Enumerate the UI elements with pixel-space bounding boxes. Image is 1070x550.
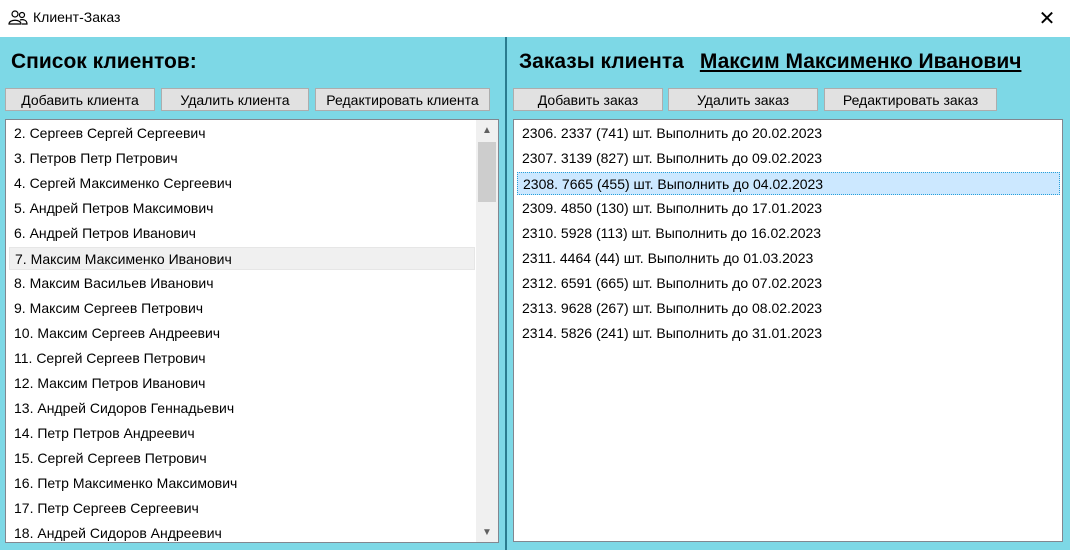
delete-order-button[interactable]: Удалить заказ [668,88,818,111]
order-list-item[interactable]: 2314. 5826 (241) шт. Выполнить до 31.01.… [517,322,1060,345]
add-order-button[interactable]: Добавить заказ [513,88,663,111]
client-list-item[interactable]: 7. Максим Максименко Иванович [9,247,475,270]
client-list-item[interactable]: 6. Андрей Петров Иванович [9,222,475,245]
order-list-item[interactable]: 2312. 6591 (665) шт. Выполнить до 07.02.… [517,272,1060,295]
orders-heading-label: Заказы клиента [519,50,684,73]
edit-order-button[interactable]: Редактировать заказ [824,88,997,111]
client-list-item[interactable]: 11. Сергей Сергеев Петрович [9,347,475,370]
chevron-down-icon[interactable]: ▼ [476,522,498,542]
users-icon [8,10,28,25]
edit-client-button[interactable]: Редактировать клиента [315,88,490,111]
client-list-item[interactable]: 12. Максим Петров Иванович [9,372,475,395]
client-list-item[interactable]: 10. Максим Сергеев Андреевич [9,322,475,345]
client-list-item[interactable]: 16. Петр Максименко Максимович [9,472,475,495]
order-list-item[interactable]: 2306. 2337 (741) шт. Выполнить до 20.02.… [517,122,1060,145]
order-list-item[interactable]: 2308. 7665 (455) шт. Выполнить до 04.02.… [517,172,1060,195]
order-list-item[interactable]: 2309. 4850 (130) шт. Выполнить до 17.01.… [517,197,1060,220]
add-client-button[interactable]: Добавить клиента [5,88,155,111]
client-list-item[interactable]: 3. Петров Петр Петрович [9,147,475,170]
chevron-up-icon[interactable]: ▲ [476,120,498,140]
clients-list[interactable]: 2. Сергеев Сергей Сергеевич 3. Петров Пет… [5,119,499,543]
client-list-item[interactable]: 5. Андрей Петров Максимович [9,197,475,220]
client-list-item[interactable]: 15. Сергей Сергеев Петрович [9,447,475,470]
close-icon: ✕ [1038,8,1056,30]
client-list-item[interactable]: 2. Сергеев Сергей Сергеевич [9,122,475,145]
order-list-item[interactable]: 2310. 5928 (113) шт. Выполнить до 16.02.… [517,222,1060,245]
order-list-item[interactable]: 2311. 4464 (44) шт. Выполнить до 01.03.2… [517,247,1060,270]
order-list-item[interactable]: 2313. 9628 (267) шт. Выполнить до 08.02.… [517,297,1060,320]
clients-pane: Список клиентов: Добавить клиента Удалит… [0,37,505,550]
client-list-item[interactable]: 14. Петр Петров Андреевич [9,422,475,445]
orders-heading: Заказы клиента Максим Максименко Иванович [519,50,1021,74]
clients-scrollbar[interactable]: ▲ ▼ [476,120,498,542]
client-list-item[interactable]: 8. Максим Васильев Иванович [9,272,475,295]
title-bar: Клиент-Заказ ✕ [0,0,1070,37]
client-list-item[interactable]: 9. Максим Сергеев Петрович [9,297,475,320]
client-list-item[interactable]: 18. Андрей Сидоров Андреевич [9,522,475,542]
selected-client-name: Максим Максименко Иванович [699,50,1022,73]
order-list-item[interactable]: 2307. 3139 (827) шт. Выполнить до 09.02.… [517,147,1060,170]
client-list-item[interactable]: 13. Андрей Сидоров Геннадьевич [9,397,475,420]
main-content: Список клиентов: Добавить клиента Удалит… [0,37,1070,550]
close-button[interactable]: ✕ [1024,0,1070,37]
clients-items: 2. Сергеев Сергей Сергеевич 3. Петров Пет… [6,120,475,542]
delete-client-button[interactable]: Удалить клиента [161,88,309,111]
client-list-item[interactable]: 17. Петр Сергеев Сергеевич [9,497,475,520]
window-title: Клиент-Заказ [33,9,121,25]
orders-pane: Заказы клиента Максим Максименко Иванович… [507,37,1070,550]
clients-heading: Список клиентов: [11,50,197,73]
orders-items: 2306. 2337 (741) шт. Выполнить до 20.02.… [514,120,1060,345]
client-list-item[interactable]: 4. Сергей Максименко Сергеевич [9,172,475,195]
scroll-thumb[interactable] [478,142,496,202]
orders-list[interactable]: 2306. 2337 (741) шт. Выполнить до 20.02.… [513,119,1063,542]
